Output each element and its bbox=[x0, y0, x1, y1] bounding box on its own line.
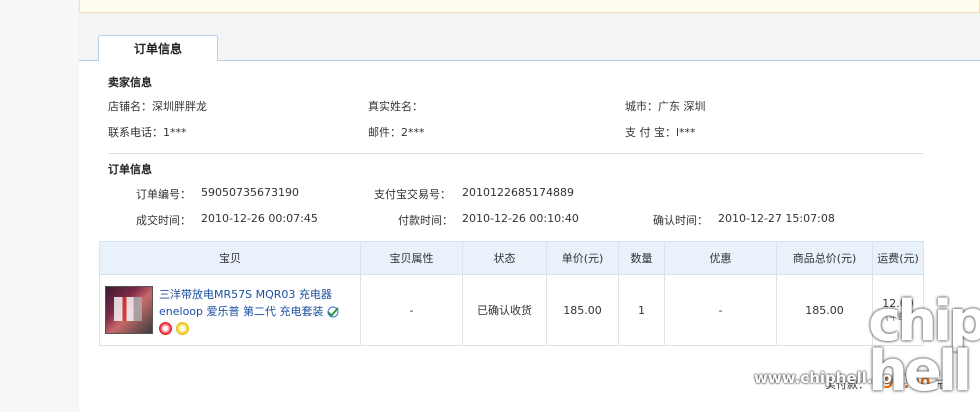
real-name-field: 真实姓名： bbox=[368, 98, 423, 114]
table-header-row: 宝贝 宝贝属性 状态 单价(元) 数量 优惠 商品总价(元) 运费(元) bbox=[99, 241, 924, 275]
seller-section-title: 卖家信息 bbox=[108, 76, 152, 89]
order-no-value: 59050735673190 bbox=[201, 186, 299, 199]
col-header-status: 状态 bbox=[462, 241, 547, 275]
col-header-shipping: 运费(元) bbox=[872, 241, 924, 275]
table-row: 三洋带放电MR57S MQR03 充电器 eneloop 爱乐普 第二代 充电套… bbox=[99, 274, 924, 346]
section-divider bbox=[108, 153, 923, 154]
trade-no-value: 2010122685174889 bbox=[462, 186, 574, 199]
deal-time-value: 2010-12-26 00:07:45 bbox=[201, 212, 318, 225]
col-header-unit-price: 单价(元) bbox=[546, 241, 619, 275]
email-field: 邮件：2*** bbox=[368, 124, 425, 140]
col-header-attributes: 宝贝属性 bbox=[360, 241, 463, 275]
product-title-link[interactable]: 三洋带放电MR57S MQR03 充电器 eneloop 爱乐普 第二代 充电套… bbox=[159, 288, 332, 318]
unit-price-cell: 185.00 bbox=[546, 274, 619, 346]
alipay-field: 支 付 宝：l*** bbox=[625, 124, 696, 140]
order-no-label: 订单编号： bbox=[136, 188, 191, 201]
pay-time-value: 2010-12-26 00:10:40 bbox=[462, 212, 579, 225]
city-field: 城市：广东 深圳 bbox=[625, 98, 706, 114]
confirm-time-label: 确认时间： bbox=[653, 214, 708, 227]
order-panel bbox=[79, 60, 980, 412]
col-header-quantity: 数量 bbox=[618, 241, 665, 275]
col-header-total-price: 商品总价(元) bbox=[776, 241, 873, 275]
email-label: 邮件： bbox=[368, 126, 401, 139]
order-no-field: 订单编号： bbox=[136, 186, 191, 202]
notice-bar bbox=[79, 0, 980, 13]
chiphell-logo: chip hell bbox=[868, 289, 980, 405]
email-value: 2*** bbox=[401, 126, 425, 139]
attributes-cell: - bbox=[360, 274, 463, 346]
order-section-title: 订单信息 bbox=[108, 163, 152, 176]
yellow-badge-icon[interactable] bbox=[176, 321, 189, 335]
phone-value: 1*** bbox=[163, 126, 187, 139]
col-header-discount: 优惠 bbox=[664, 241, 777, 275]
discount-cell: - bbox=[664, 274, 777, 346]
quantity-cell: 1 bbox=[618, 274, 665, 346]
phone-field: 联系电话：1*** bbox=[108, 124, 187, 140]
real-name-label: 真实姓名： bbox=[368, 100, 423, 113]
status-cell: 已确认收货 bbox=[462, 274, 547, 346]
shop-name-label: 店铺名： bbox=[108, 100, 152, 113]
confirm-time-value: 2010-12-27 15:07:08 bbox=[718, 212, 835, 225]
item-cell: 三洋带放电MR57S MQR03 充电器 eneloop 爱乐普 第二代 充电套… bbox=[99, 274, 361, 346]
deal-time-label: 成交时间： bbox=[136, 214, 191, 227]
pay-time-label: 付款时间： bbox=[398, 214, 453, 227]
trade-no-label: 支付宝交易号： bbox=[374, 188, 451, 201]
phone-label: 联系电话： bbox=[108, 126, 163, 139]
city-value: 广东 深圳 bbox=[658, 100, 706, 113]
col-header-item: 宝贝 bbox=[99, 241, 361, 275]
total-price-cell: 185.00 bbox=[776, 274, 873, 346]
verified-icon bbox=[327, 306, 339, 318]
alipay-label: 支 付 宝： bbox=[625, 126, 676, 139]
left-margin bbox=[0, 0, 78, 412]
tab-order-info[interactable]: 订单信息 bbox=[98, 35, 218, 61]
product-thumbnail[interactable] bbox=[105, 285, 153, 334]
red-badge-icon[interactable] bbox=[159, 321, 172, 335]
order-items-table: 宝贝 宝贝属性 状态 单价(元) 数量 优惠 商品总价(元) 运费(元) 三洋带… bbox=[99, 241, 924, 346]
shop-name-field: 店铺名：深圳胖胖龙 bbox=[108, 98, 207, 114]
city-label: 城市： bbox=[625, 100, 658, 113]
alipay-value: l*** bbox=[676, 126, 696, 139]
shop-name-value: 深圳胖胖龙 bbox=[152, 100, 207, 113]
